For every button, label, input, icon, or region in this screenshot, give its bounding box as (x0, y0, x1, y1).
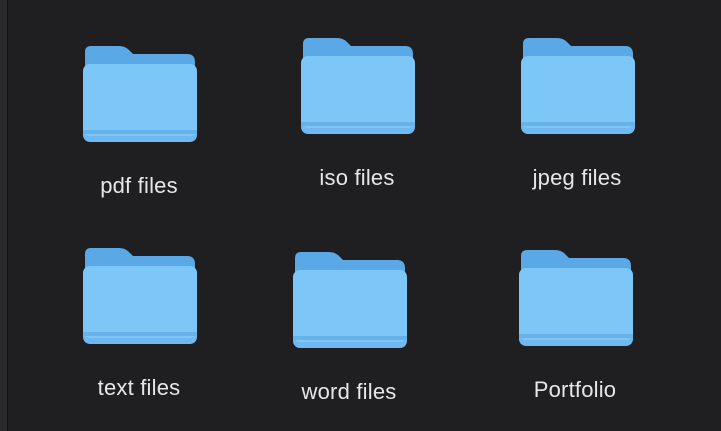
folder-icon (519, 250, 633, 346)
folder-label: Portfolio (533, 377, 617, 402)
folder-icon (83, 248, 197, 344)
folder-label: text files (97, 375, 181, 400)
folder-icon (83, 46, 197, 142)
folder-item-jpeg-files[interactable]: jpeg files (487, 36, 667, 206)
folder-item-text-files[interactable]: text files (49, 246, 229, 416)
folder-icon (301, 38, 415, 134)
folder-item-iso-files[interactable]: iso files (267, 36, 447, 206)
folder-item-pdf-files[interactable]: pdf files (49, 44, 229, 214)
finder-icon-view: pdf files iso files jpeg files text file… (0, 0, 721, 431)
folder-label: iso files (319, 165, 395, 190)
folder-label: jpeg files (532, 165, 622, 190)
folder-icon (293, 252, 407, 348)
folder-label: word files (301, 379, 397, 404)
folder-icon (521, 38, 635, 134)
folder-item-word-files[interactable]: word files (259, 250, 439, 420)
sidebar-edge (0, 0, 8, 431)
folder-item-portfolio[interactable]: Portfolio (485, 248, 665, 418)
folder-label: pdf files (100, 173, 178, 198)
